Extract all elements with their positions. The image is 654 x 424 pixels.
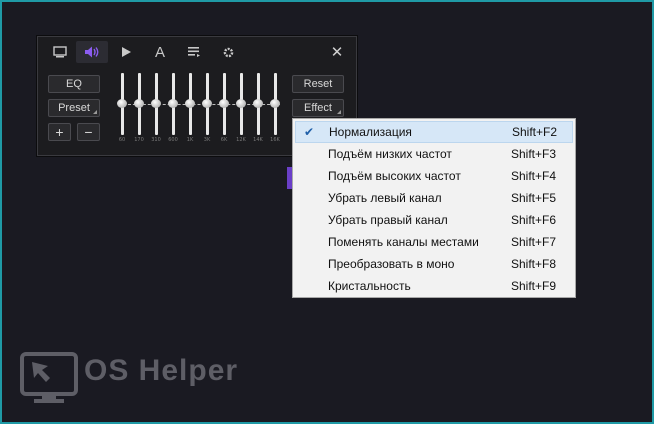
tab-playback[interactable] [110, 41, 142, 63]
menu-item-normalize[interactable]: ✔ Нормализация Shift+F2 [295, 121, 573, 143]
eq-slider[interactable]: 14K [252, 73, 264, 145]
playlist-icon [188, 47, 200, 57]
menu-item-shortcut: Shift+F7 [511, 235, 557, 249]
preset-button-label: Preset [58, 102, 90, 114]
eq-slider[interactable]: 310 [150, 73, 162, 145]
slider-knob[interactable] [202, 99, 212, 108]
slider-knob[interactable] [236, 99, 246, 108]
monitor-cursor-icon [20, 352, 78, 403]
menu-item-shortcut: Shift+F3 [511, 147, 557, 161]
menu-item-label: Подъём низких частот [328, 147, 452, 161]
menu-item-label: Подъём высоких частот [328, 169, 461, 183]
menu-item-shortcut: Shift+F2 [512, 125, 558, 139]
menu-item-shortcut: Shift+F9 [511, 279, 557, 293]
eq-slider[interactable]: 170 [133, 73, 145, 145]
menu-item-shortcut: Shift+F5 [511, 191, 557, 205]
slider-knob[interactable] [134, 99, 144, 108]
menu-item-mono[interactable]: Преобразовать в моно Shift+F8 [295, 253, 573, 275]
close-button[interactable]: ✕ [328, 41, 346, 63]
menu-item-shortcut: Shift+F4 [511, 169, 557, 183]
eq-slider[interactable]: 6K [218, 73, 230, 145]
menu-item-label: Кристальность [328, 279, 411, 293]
menu-item-label: Преобразовать в моно [328, 257, 455, 271]
tab-playlist[interactable] [178, 41, 210, 63]
menu-item-crystality[interactable]: Кристальность Shift+F9 [295, 275, 573, 297]
menu-item-bass-boost[interactable]: Подъём низких частот Shift+F3 [295, 143, 573, 165]
dropdown-corner-icon [337, 110, 341, 114]
dropdown-corner-icon [93, 110, 97, 114]
slider-knob[interactable] [219, 99, 229, 108]
effect-button[interactable]: Effect [292, 99, 344, 117]
slider-knob[interactable] [117, 99, 127, 108]
slider-knob[interactable] [168, 99, 178, 108]
check-icon: ✔ [303, 125, 315, 139]
tab-subtitles[interactable]: A [144, 41, 176, 63]
eq-slider[interactable]: 600 [167, 73, 179, 145]
monitor-icon [53, 46, 67, 58]
menu-item-remove-left[interactable]: Убрать левый канал Shift+F5 [295, 187, 573, 209]
eq-sliders: 60 170 310 600 1K 3K 6K 12K 14K 16K [116, 73, 286, 145]
menu-item-label: Нормализация [329, 125, 412, 139]
slider-knob[interactable] [270, 99, 280, 108]
slider-knob[interactable] [151, 99, 161, 108]
tab-audio[interactable] [76, 41, 108, 63]
play-icon [122, 47, 131, 57]
menu-item-label: Поменять каналы местами [328, 235, 479, 249]
menu-item-swap-channels[interactable]: Поменять каналы местами Shift+F7 [295, 231, 573, 253]
menu-item-treble-boost[interactable]: Подъём высоких частот Shift+F4 [295, 165, 573, 187]
effect-context-menu: ✔ Нормализация Shift+F2 Подъём низких ча… [292, 118, 576, 298]
text-icon: A [154, 43, 165, 61]
speaker-icon [85, 46, 99, 58]
band-label: 16K [270, 137, 280, 143]
slider-knob[interactable] [253, 99, 263, 108]
menu-item-remove-right[interactable]: Убрать правый канал Shift+F6 [295, 209, 573, 231]
watermark: OS Helper [20, 352, 260, 404]
reset-button[interactable]: Reset [292, 75, 344, 93]
minus-button[interactable]: − [77, 123, 100, 141]
menu-item-shortcut: Shift+F8 [511, 257, 557, 271]
menu-item-label: Убрать правый канал [328, 213, 448, 227]
eq-slider[interactable]: 60 [116, 73, 128, 145]
eq-button[interactable]: EQ [48, 75, 100, 93]
eq-slider[interactable]: 1K [184, 73, 196, 145]
menu-item-label: Убрать левый канал [328, 191, 442, 205]
tab-display[interactable] [44, 41, 76, 63]
watermark-text: OS Helper [84, 354, 239, 387]
eq-slider[interactable]: 16K [269, 73, 281, 145]
player-tabs: A ✕ [44, 41, 350, 63]
eq-slider[interactable]: 3K [201, 73, 213, 145]
slider-knob[interactable] [185, 99, 195, 108]
menu-item-shortcut: Shift+F6 [511, 213, 557, 227]
plus-button[interactable]: + [48, 123, 71, 141]
preset-button[interactable]: Preset [48, 99, 100, 117]
eq-slider[interactable]: 12K [235, 73, 247, 145]
tab-settings[interactable] [212, 41, 244, 63]
effect-button-label: Effect [304, 102, 332, 114]
gear-icon [223, 47, 233, 57]
